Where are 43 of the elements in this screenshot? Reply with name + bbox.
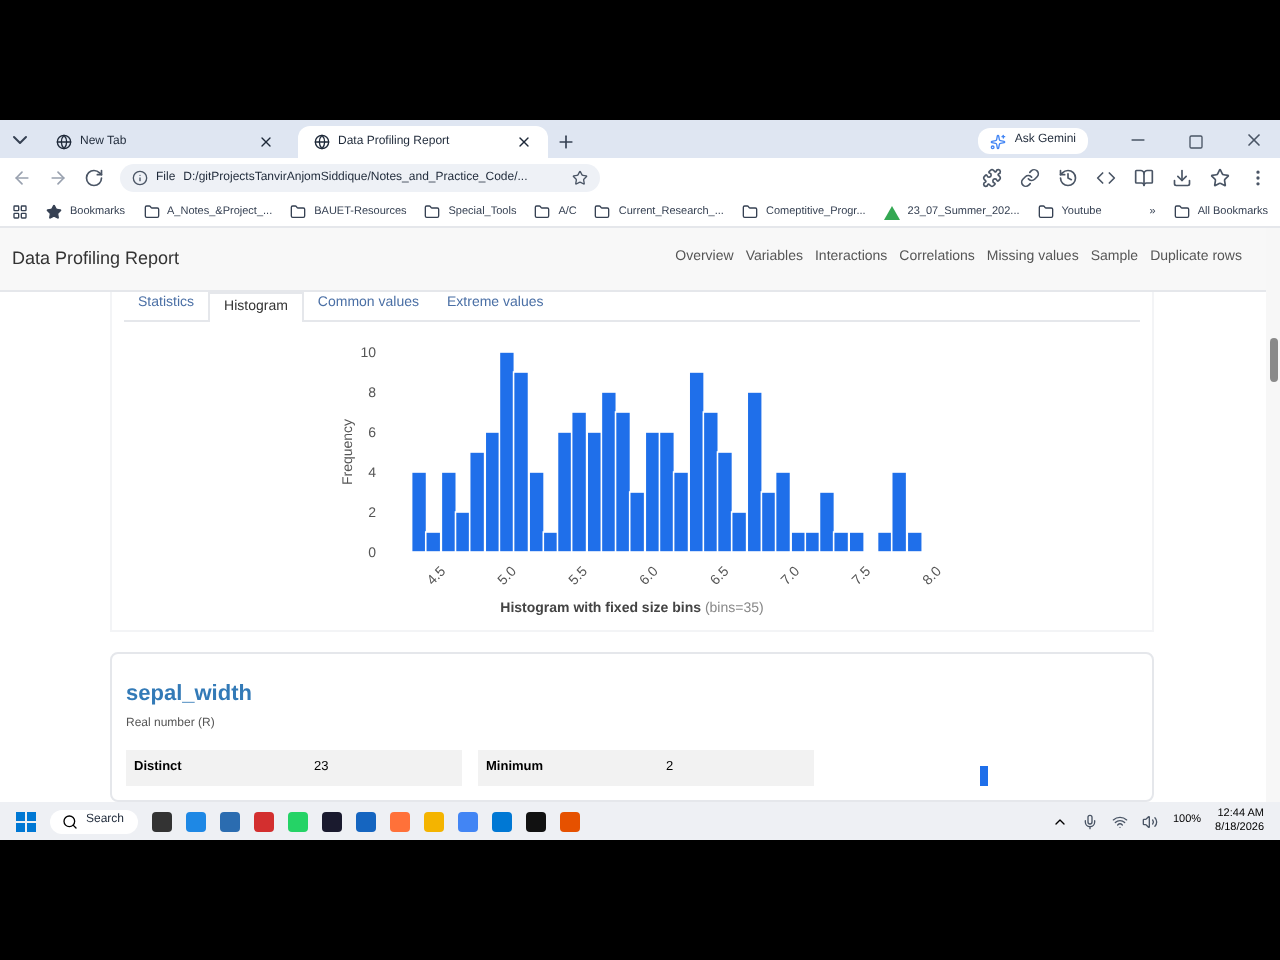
histogram-bar: [570, 411, 588, 553]
reload-icon[interactable]: [84, 168, 104, 188]
toolbar-icon[interactable]: [1020, 168, 1040, 188]
globe-icon: [314, 134, 330, 150]
sparkle-icon: [990, 133, 1007, 149]
triangle-logo-icon: [883, 205, 900, 219]
scrollbar-thumb[interactable]: [1269, 338, 1277, 382]
folder-icon: [143, 204, 160, 220]
mini-histogram-bar: [980, 766, 988, 786]
globe-icon: [56, 134, 72, 150]
back-icon[interactable]: [12, 168, 32, 188]
star-icon: [46, 204, 62, 220]
toolbar-icon[interactable]: [1210, 168, 1230, 188]
report-title: Data Profiling Report: [12, 245, 180, 272]
folder-icon: [1173, 204, 1190, 220]
histogram-bar: [848, 531, 865, 553]
forward-icon[interactable]: [48, 168, 68, 188]
close-icon[interactable]: [1244, 130, 1264, 150]
folder-icon: [741, 204, 758, 220]
close-icon[interactable]: [516, 134, 532, 150]
toolbar-icon[interactable]: [1134, 168, 1154, 188]
star-icon[interactable]: [572, 170, 588, 186]
histogram-bar: [702, 411, 720, 553]
windows-logo-icon[interactable]: [16, 811, 36, 831]
speaker-icon[interactable]: [1142, 813, 1159, 829]
apps-grid-icon[interactable]: [12, 204, 28, 220]
variable-name[interactable]: sepal_width: [126, 677, 1138, 710]
folder-icon: [594, 204, 611, 220]
search-icon: [62, 813, 78, 829]
maximize-icon[interactable]: [1188, 134, 1204, 150]
close-icon[interactable]: [258, 134, 274, 150]
new-tab-icon[interactable]: [556, 132, 576, 152]
toolbar-icon[interactable]: [982, 168, 1002, 188]
info-icon: [132, 170, 148, 186]
toolbar-icon[interactable]: [1096, 168, 1116, 188]
folder-icon: [534, 204, 551, 220]
wifi-icon[interactable]: [1112, 813, 1129, 829]
microphone-icon[interactable]: [1082, 813, 1099, 829]
folder-icon: [1037, 204, 1054, 220]
folder-icon: [290, 204, 307, 220]
toolbar-icon[interactable]: [1172, 168, 1192, 188]
folder-icon: [424, 204, 441, 220]
toolbar-icon[interactable]: [1058, 168, 1078, 188]
